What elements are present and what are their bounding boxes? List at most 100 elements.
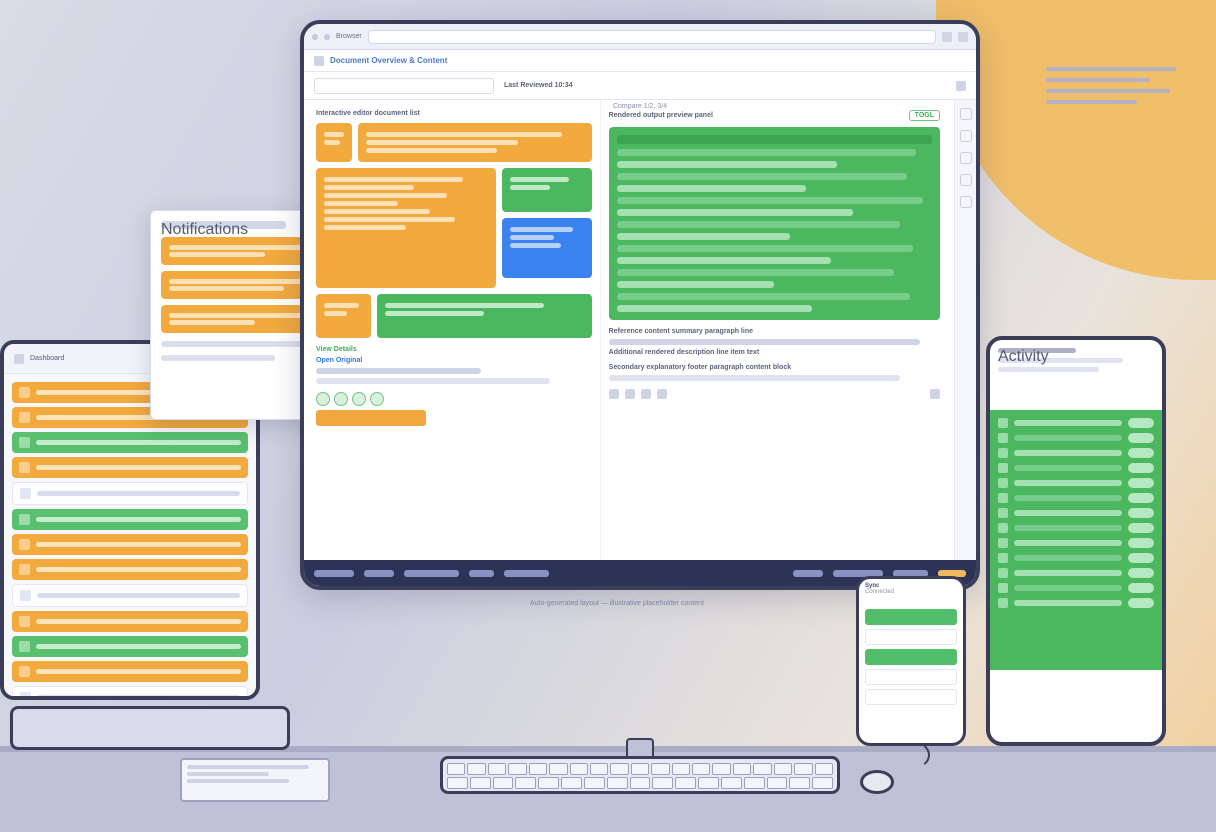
editor-left-column: Interactive editor document list (304, 100, 600, 560)
list-item[interactable] (12, 457, 248, 478)
tablet-row[interactable] (998, 418, 1154, 428)
status-item[interactable] (404, 570, 459, 577)
status-icon (19, 387, 30, 398)
window-control-icon[interactable] (312, 34, 318, 40)
right-heading: Rendered output preview panel (609, 112, 713, 119)
tablet-row[interactable] (998, 448, 1154, 458)
action-icon[interactable] (370, 392, 384, 406)
tool-icon[interactable] (609, 389, 619, 399)
laptop-base (10, 706, 290, 750)
status-item[interactable] (364, 570, 394, 577)
list-item[interactable] (12, 611, 248, 632)
list-item[interactable] (12, 509, 248, 530)
tool-icon[interactable] (657, 389, 667, 399)
row-icon (998, 583, 1008, 593)
list-item[interactable] (12, 534, 248, 555)
tablet-row[interactable] (998, 478, 1154, 488)
rail-icon[interactable] (960, 152, 972, 164)
left-heading: Interactive editor document list (316, 110, 592, 117)
tablet-row[interactable] (998, 583, 1154, 593)
tool-icon[interactable] (641, 389, 651, 399)
list-item[interactable] (12, 661, 248, 682)
menu-icon[interactable] (14, 354, 24, 364)
tablet-row[interactable] (998, 553, 1154, 563)
phone-row[interactable] (865, 669, 957, 685)
tablet-row[interactable] (998, 523, 1154, 533)
toolbar: Last Reviewed 10:34 (304, 72, 976, 100)
tablet-header: Activity (990, 340, 1162, 410)
tablet-row[interactable] (998, 598, 1154, 608)
tablet-row[interactable] (998, 568, 1154, 578)
row-icon (998, 553, 1008, 563)
list-item[interactable] (12, 636, 248, 657)
phone-row[interactable] (865, 629, 957, 645)
row-icon (998, 418, 1008, 428)
editor-split: Interactive editor document list (304, 100, 976, 560)
browser-chrome: Browser (304, 24, 976, 50)
phone-header: Sync Connected (859, 579, 963, 605)
list-item[interactable] (12, 482, 248, 505)
status-icon (19, 514, 30, 525)
laptop-title: Dashboard (30, 355, 64, 362)
status-item[interactable] (469, 570, 494, 577)
status-item[interactable] (314, 570, 354, 577)
tablet-device: Activity (986, 336, 1166, 746)
rail-icon[interactable] (960, 196, 972, 208)
paragraph-block: Secondary explanatory footer paragraph c… (609, 364, 940, 381)
overlay-title: Notifications (161, 221, 286, 229)
subtitle-label: Last Reviewed 10:34 (504, 82, 572, 89)
rail-icon[interactable] (960, 130, 972, 142)
list-item[interactable] (12, 584, 248, 607)
list-item[interactable] (12, 432, 248, 453)
tablet-row[interactable] (998, 493, 1154, 503)
editor-block-blue[interactable] (502, 218, 592, 278)
editor-block-green[interactable] (502, 168, 592, 212)
search-input[interactable] (314, 78, 494, 94)
overlay-footer-line (161, 341, 317, 347)
editor-block-orange[interactable] (358, 123, 592, 162)
status-item[interactable] (504, 570, 549, 577)
address-bar[interactable] (368, 30, 936, 44)
overlay-footer-line (161, 355, 275, 361)
settings-icon[interactable] (956, 81, 966, 91)
para-line: Secondary explanatory footer paragraph c… (609, 364, 940, 371)
editor-block-orange[interactable] (316, 168, 496, 288)
output-row-header (617, 135, 932, 144)
para-line: Additional rendered description line ite… (609, 349, 940, 356)
phone-row[interactable] (865, 649, 957, 665)
editor-block-orange[interactable] (316, 294, 371, 338)
rail-icon[interactable] (960, 108, 972, 120)
tool-icon[interactable] (625, 389, 635, 399)
phone-device: Sync Connected (856, 576, 966, 746)
tag-chip[interactable] (316, 123, 352, 162)
action-icon[interactable] (316, 392, 330, 406)
tablet-row[interactable] (998, 538, 1154, 548)
tablet-row[interactable] (998, 508, 1154, 518)
rail-icon[interactable] (960, 174, 972, 186)
tag-badge[interactable]: TOGL (909, 110, 940, 121)
link-green[interactable]: View Details (316, 346, 592, 353)
keyboard[interactable] (440, 756, 840, 794)
link-blue[interactable]: Open Original (316, 357, 592, 364)
window-control-icon[interactable] (324, 34, 330, 40)
tablet-list (990, 410, 1162, 670)
row-icon (998, 538, 1008, 548)
export-button[interactable] (316, 410, 426, 426)
mouse[interactable] (860, 770, 894, 794)
tablet-row[interactable] (998, 463, 1154, 473)
extension-icon[interactable] (942, 32, 952, 42)
phone-row[interactable] (865, 689, 957, 705)
list-item[interactable] (12, 559, 248, 580)
action-icon[interactable] (352, 392, 366, 406)
editor-block-green[interactable] (377, 294, 592, 338)
editor-right-column: Rendered output preview panel TOGL Refer… (600, 100, 954, 560)
phone-row[interactable] (865, 609, 957, 625)
tablet-row[interactable] (998, 433, 1154, 443)
avatar-icon[interactable] (958, 32, 968, 42)
list-item[interactable] (12, 686, 248, 700)
browser-hint: Browser (336, 33, 362, 40)
row-icon (998, 463, 1008, 473)
status-item[interactable] (793, 570, 823, 577)
tool-icon[interactable] (930, 389, 940, 399)
action-icon[interactable] (334, 392, 348, 406)
